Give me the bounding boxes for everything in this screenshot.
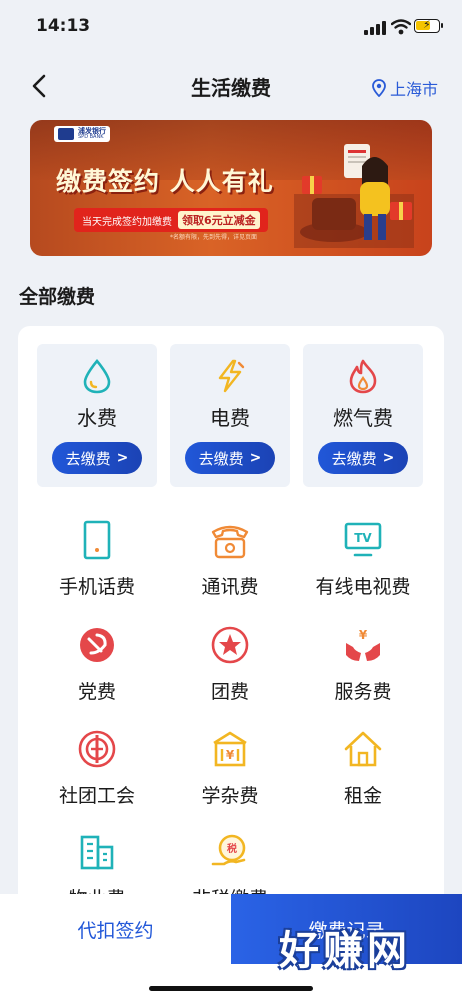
party-emblem-icon <box>80 628 114 662</box>
bank-name-en: SPD BANK <box>78 134 104 140</box>
status-time: 14:13 <box>36 16 91 36</box>
service-mobile[interactable]: 手机话费 <box>27 520 167 616</box>
banner-headline: 缴费签约 人人有礼 <box>56 167 274 196</box>
pay-button-label: 去缴费 <box>198 449 244 468</box>
service-label: 社团工会 <box>58 785 135 807</box>
tax-coin-icon: 税 <box>211 834 246 866</box>
chevron-right-icon: > <box>116 450 129 466</box>
building-icon <box>80 835 114 870</box>
featured-label: 电费 <box>210 406 250 430</box>
service-service-fee[interactable]: ¥ 服务费 <box>293 625 433 721</box>
bank-logo: 浦发银行 SPD BANK <box>54 126 110 142</box>
pay-button-label: 去缴费 <box>65 449 111 468</box>
featured-label: 水费 <box>77 406 117 430</box>
flame-icon <box>349 359 377 394</box>
service-league-fee[interactable]: 团费 <box>160 625 300 721</box>
city-selector[interactable]: 上海市 <box>372 76 438 100</box>
nav-bar: 生活缴费 上海市 <box>0 60 462 112</box>
school-icon: ¥ <box>213 731 247 767</box>
watermark: 好赚网 www.zhuanyes.com <box>252 918 438 983</box>
section-title: 全部缴费 <box>19 286 96 308</box>
service-label: 学杂费 <box>201 785 259 807</box>
watermark-url: www.zhuanyes.com <box>272 968 418 983</box>
water-drop-icon <box>83 359 111 394</box>
service-rent[interactable]: 租金 <box>293 729 433 825</box>
banner-subline-text: 当天完成签约加缴费 <box>82 216 172 228</box>
mobile-phone-icon <box>83 520 111 560</box>
featured-electricity[interactable]: 电费 去缴费 > <box>170 344 290 487</box>
home-indicator[interactable] <box>149 986 313 991</box>
service-label: 党费 <box>77 681 116 703</box>
auto-debit-button[interactable]: 代扣签约 <box>0 894 231 964</box>
tv-icon: TV <box>344 522 382 557</box>
signal-icon <box>364 21 386 35</box>
service-cable-tv[interactable]: TV 有线电视费 <box>293 520 433 616</box>
service-trade-union[interactable]: 社团工会 <box>27 729 167 825</box>
service-label: 有线电视费 <box>315 576 411 598</box>
banner-reward: 领取6元立减金 <box>178 211 260 229</box>
union-emblem-icon <box>78 730 116 768</box>
city-label: 上海市 <box>389 80 438 99</box>
wifi-icon <box>391 19 411 35</box>
pay-button-water[interactable]: 去缴费 > <box>52 442 142 474</box>
featured-gas[interactable]: 燃气费 去缴费 > <box>303 344 423 487</box>
chevron-right-icon: > <box>382 450 395 466</box>
pay-button-gas[interactable]: 去缴费 > <box>318 442 408 474</box>
svg-text:¥: ¥ <box>359 628 368 642</box>
featured-water[interactable]: 水费 去缴费 > <box>37 344 157 487</box>
service-label: 通讯费 <box>201 576 259 598</box>
svg-text:TV: TV <box>354 531 372 545</box>
pay-button-label: 去缴费 <box>331 449 377 468</box>
house-icon <box>344 731 382 767</box>
star-badge-icon <box>211 626 249 664</box>
banner-illustration-icon <box>294 144 414 248</box>
banner-note: *名额有限，先到先得，详见页面 <box>170 234 258 241</box>
service-label: 服务费 <box>334 681 392 703</box>
chevron-right-icon: > <box>249 450 262 466</box>
status-bar: 14:13 ⚡ <box>0 0 462 56</box>
service-label: 租金 <box>343 785 382 807</box>
lightning-icon <box>218 359 245 393</box>
promo-banner[interactable]: 浦发银行 SPD BANK 缴费签约 人人有礼 当天完成签约加缴费 领取6元立减… <box>30 120 432 256</box>
featured-label: 燃气费 <box>333 406 393 430</box>
service-label: 团费 <box>210 681 249 703</box>
svg-text:税: 税 <box>227 842 237 855</box>
battery-icon: ⚡ <box>414 18 443 33</box>
location-pin-icon <box>372 79 386 97</box>
telephone-icon <box>211 525 249 559</box>
yuan-hands-icon: ¥ <box>346 628 380 661</box>
svg-text:¥: ¥ <box>226 748 235 762</box>
banner-subline: 当天完成签约加缴费 领取6元立减金 <box>74 208 268 232</box>
service-telecom[interactable]: 通讯费 <box>160 520 300 616</box>
pay-button-electricity[interactable]: 去缴费 > <box>185 442 275 474</box>
service-party-fee[interactable]: 党费 <box>27 625 167 721</box>
service-tuition[interactable]: ¥ 学杂费 <box>160 729 300 825</box>
service-label: 手机话费 <box>58 576 135 598</box>
